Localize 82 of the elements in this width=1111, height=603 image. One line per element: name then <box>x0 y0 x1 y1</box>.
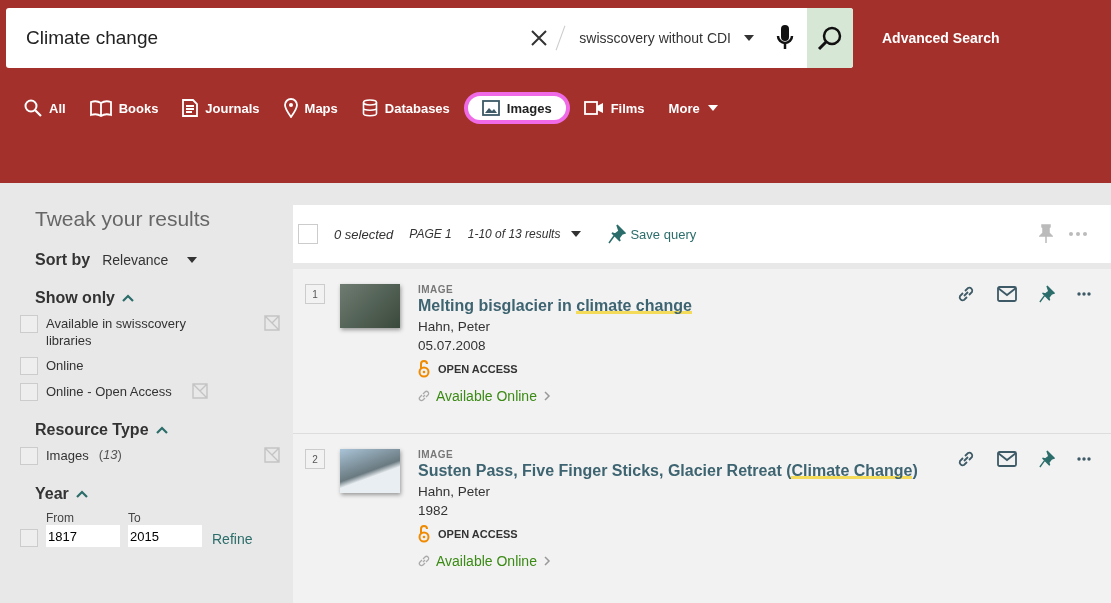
caret-icon <box>706 104 719 112</box>
facet-label[interactable]: Images <box>46 447 89 464</box>
scope-tab[interactable]: Films <box>573 94 655 122</box>
sort-label: Sort by <box>35 251 91 269</box>
facet-label[interactable]: Online <box>46 357 84 374</box>
link-icon[interactable] <box>957 285 975 303</box>
save-query-button[interactable]: Save query <box>608 224 697 244</box>
checkbox[interactable] <box>20 529 38 547</box>
resource-type: IMAGE <box>418 284 455 295</box>
scope-tab[interactable]: Databases <box>351 93 460 123</box>
select-all-checkbox[interactable] <box>298 224 318 244</box>
pin-icon[interactable] <box>1039 285 1055 303</box>
caret-icon <box>570 230 583 238</box>
facet-heading[interactable]: Resource Type <box>35 421 168 439</box>
search-icon <box>24 99 42 117</box>
more-options-icon[interactable] <box>1077 457 1091 461</box>
scope-tab[interactable]: Books <box>79 93 169 123</box>
open-lock-icon <box>418 525 430 543</box>
link-icon <box>418 390 430 402</box>
database-icon <box>361 99 378 117</box>
result-title-link[interactable]: Susten Pass, Five Finger Sticks, Glacier Retreat (Climate Change) <box>418 462 957 480</box>
checkbox[interactable] <box>20 447 38 465</box>
book-icon <box>89 99 112 117</box>
image-icon <box>481 100 500 116</box>
search-button[interactable] <box>807 8 853 68</box>
document-icon <box>182 99 199 117</box>
mail-icon[interactable] <box>997 286 1017 302</box>
caret-icon <box>186 256 199 264</box>
chevron-icon <box>542 555 551 567</box>
location-pin-icon <box>283 98 298 118</box>
from-label: From <box>46 511 75 525</box>
availability-link[interactable]: Available Online <box>418 553 957 569</box>
photo-placeholder[interactable] <box>340 284 400 328</box>
facet-heading[interactable]: Show only <box>35 289 134 307</box>
link-icon <box>418 555 430 567</box>
scope-tab[interactable]: More <box>658 94 729 122</box>
scope-tab[interactable]: Maps <box>273 92 348 124</box>
video-camera-icon <box>583 101 604 115</box>
page-label: PAGE 1 <box>409 227 452 241</box>
facet-heading[interactable]: Year <box>35 485 88 503</box>
open-lock-icon <box>418 360 430 378</box>
sort-dropdown[interactable]: Relevance <box>102 252 199 268</box>
refine-link[interactable]: Refine <box>212 531 253 547</box>
checkbox[interactable] <box>20 357 38 375</box>
scope-tab[interactable]: Images <box>463 92 570 124</box>
microphone-icon[interactable] <box>775 24 795 52</box>
facet-label[interactable]: Available in swisscovery libraries <box>46 315 211 349</box>
author: Hahn, Peter <box>418 484 492 499</box>
from-year-field[interactable]: 1817 <box>46 525 120 547</box>
sidebar-title: Tweak your results <box>35 207 212 231</box>
to-year-field[interactable]: 2015 <box>128 525 202 547</box>
scope-tab[interactable]: Journals <box>172 93 270 123</box>
pin-icon <box>608 224 627 244</box>
scope-tab[interactable]: All <box>14 93 76 123</box>
checkbox[interactable] <box>20 383 38 401</box>
checkbox[interactable] <box>20 315 38 333</box>
result-number: 1 <box>305 284 325 304</box>
date: 05.07.2008 <box>418 338 487 353</box>
author: Hahn, Peter <box>418 319 492 334</box>
results-range-dropdown[interactable]: 1-10 of 13 results <box>467 227 583 241</box>
photo-placeholder[interactable] <box>340 449 400 493</box>
search-icon <box>816 24 844 52</box>
open-access-label: OPEN ACCESS <box>438 528 518 540</box>
facet-label[interactable]: Online - Open Access <box>46 383 172 400</box>
open-access-label: OPEN ACCESS <box>438 363 518 375</box>
scope-dropdown[interactable]: swisscovery without CDI <box>571 30 763 46</box>
facet-count: (13) <box>98 447 122 462</box>
availability-link[interactable]: Available Online <box>418 388 957 404</box>
chevron-icon <box>542 390 551 402</box>
caret-icon <box>743 34 755 42</box>
result-title-link[interactable]: Melting bisglacier in climate change <box>418 297 957 315</box>
date: 1982 <box>418 503 450 518</box>
more-options-icon[interactable] <box>1077 292 1091 296</box>
result-number: 2 <box>305 449 325 469</box>
to-label: To <box>128 511 142 525</box>
advanced-search-link[interactable]: Advanced Search <box>882 30 1000 46</box>
selected-count: 0 selected <box>334 226 394 242</box>
mail-icon[interactable] <box>997 451 1017 467</box>
clear-icon[interactable] <box>530 29 549 47</box>
resource-type: IMAGE <box>418 449 455 460</box>
link-icon[interactable] <box>957 450 975 468</box>
pin-icon[interactable] <box>1039 450 1055 468</box>
